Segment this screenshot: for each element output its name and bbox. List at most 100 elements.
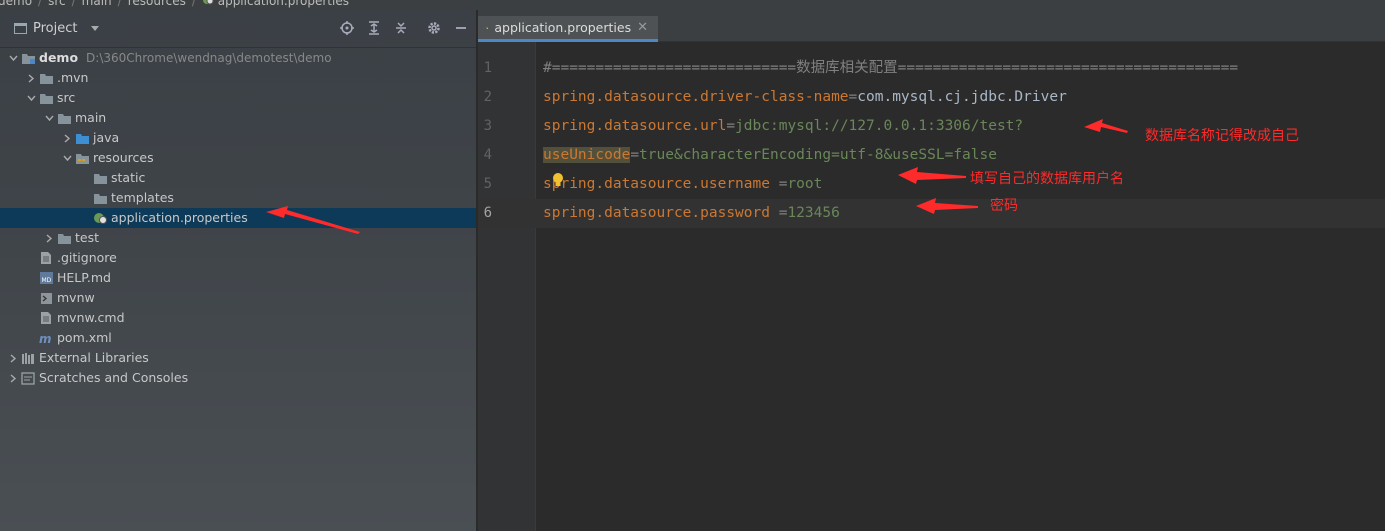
chevron-down-icon[interactable]	[6, 51, 20, 65]
chevron-down-icon[interactable]	[24, 91, 38, 105]
breadcrumb-item-src[interactable]: src	[48, 0, 66, 8]
breadcrumb-item-file[interactable]: application.properties	[202, 0, 349, 8]
tree-item-label: demo	[39, 50, 79, 65]
code-line[interactable]: 6 spring.datasource.password =123456	[478, 199, 1385, 228]
chevron-down-icon[interactable]	[60, 151, 74, 165]
folder-icon	[92, 171, 108, 185]
code-line[interactable]: 5 spring.datasource.username =root	[478, 170, 1385, 199]
tree-item[interactable]: mvnw.cmd	[0, 308, 476, 328]
breadcrumb-item-demo[interactable]: demo	[0, 0, 32, 8]
line-content: #============================数据库相关配置====…	[543, 54, 1238, 83]
project-icon	[14, 23, 27, 34]
svg-text:m: m	[39, 332, 52, 345]
tree-item-label: test	[75, 230, 100, 245]
tree-item[interactable]: demo D:\360Chrome\wendnag\demotest\demo	[0, 48, 476, 68]
file-icon	[38, 251, 54, 265]
property-value: root	[787, 176, 823, 192]
spring-properties-icon	[92, 211, 108, 225]
tree-item[interactable]: m pom.xml	[0, 328, 476, 348]
tree-item[interactable]: MD HELP.md	[0, 268, 476, 288]
property-separator: =	[630, 147, 640, 163]
tree-item[interactable]: .mvn	[0, 68, 476, 88]
breadcrumb-item-main[interactable]: main	[82, 0, 112, 8]
collapse-all-icon[interactable]	[394, 21, 408, 35]
line-content: spring.datasource.driver-class-name=com.…	[543, 83, 1067, 112]
line-number: 4	[483, 147, 492, 163]
tree-item[interactable]: External Libraries	[0, 348, 476, 368]
property-key: spring.datasource.url	[543, 118, 727, 134]
project-view-selector[interactable]: Project	[14, 21, 100, 36]
folder-icon	[56, 111, 72, 125]
tree-item[interactable]: java	[0, 128, 476, 148]
breadcrumb-separator: /	[38, 0, 43, 8]
tree-item[interactable]: static	[0, 168, 476, 188]
chevron-right-icon[interactable]	[6, 371, 20, 385]
folder-icon	[92, 191, 108, 205]
tree-item-label: application.properties	[111, 210, 248, 225]
tree-item[interactable]: application.properties	[0, 208, 476, 228]
editor-tab-bar: application.properties ✕	[478, 10, 1385, 42]
property-value: jdbc:mysql://127.0.0.1:3306/test?	[735, 118, 1024, 134]
chevron-down-icon	[91, 26, 100, 31]
close-icon[interactable]: ✕	[637, 20, 648, 35]
project-panel-header: Project	[0, 10, 476, 48]
chevron-right-icon[interactable]	[60, 131, 74, 145]
tree-item[interactable]: main	[0, 108, 476, 128]
tree-item[interactable]: test	[0, 228, 476, 248]
breadcrumb-item-resources[interactable]: resources	[128, 0, 186, 8]
tree-item-label: .gitignore	[57, 250, 117, 265]
property-key: spring.datasource.password	[543, 205, 779, 221]
folder-icon	[38, 91, 54, 105]
tree-item[interactable]: resources	[0, 148, 476, 168]
tree-item-label: java	[93, 130, 120, 145]
line-number: 5	[483, 176, 492, 192]
breadcrumb-separator: /	[117, 0, 122, 8]
locate-icon[interactable]	[340, 21, 354, 35]
shell-file-icon	[38, 291, 54, 305]
tab-application-properties[interactable]: application.properties ✕	[478, 16, 658, 42]
tree-item-label: main	[75, 110, 107, 125]
gear-icon[interactable]	[427, 21, 441, 35]
hide-panel-icon[interactable]	[454, 21, 468, 35]
chevron-right-icon[interactable]	[42, 231, 56, 245]
tree-item[interactable]: templates	[0, 188, 476, 208]
expand-all-icon[interactable]	[367, 21, 381, 35]
code-line[interactable]: 2 spring.datasource.driver-class-name=com…	[478, 83, 1385, 112]
spring-properties-icon	[486, 26, 489, 29]
tab-label: application.properties	[494, 20, 632, 35]
breadcrumb-separator: /	[71, 0, 76, 8]
line-number: 3	[483, 118, 492, 134]
code-line[interactable]: 4 useUnicode=true&characterEncoding=utf-8…	[478, 141, 1385, 170]
resources-folder-icon	[74, 151, 90, 165]
line-content: spring.datasource.password =123456	[543, 199, 840, 228]
folder-icon	[56, 231, 72, 245]
code-editor[interactable]: 1 #============================数据库相关配置===…	[478, 42, 1385, 531]
property-value: true&characterEncoding=utf-8&useSSL=fals…	[639, 147, 997, 163]
property-key: spring.datasource.username	[543, 176, 779, 192]
tree-item-label: templates	[111, 190, 174, 205]
line-content: useUnicode=true&characterEncoding=utf-8&…	[543, 141, 997, 170]
tree-item[interactable]: .gitignore	[0, 248, 476, 268]
chevron-right-icon[interactable]	[24, 71, 38, 85]
annotation-db-name: 数据库名称记得改成自己	[1145, 128, 1299, 144]
chevron-right-icon[interactable]	[6, 351, 20, 365]
tree-item[interactable]: mvnw	[0, 288, 476, 308]
breadcrumb: demo / src / main / resources / applicat…	[0, 0, 1385, 10]
tree-item[interactable]: src	[0, 88, 476, 108]
tree-item[interactable]: Scratches and Consoles	[0, 368, 476, 388]
chevron-down-icon[interactable]	[42, 111, 56, 125]
code-line[interactable]: 1 #============================数据库相关配置===…	[478, 54, 1385, 83]
module-folder-icon	[20, 51, 36, 65]
editor-area: application.properties ✕ 1 #=============…	[478, 10, 1385, 531]
line-number: 6	[483, 205, 492, 221]
tree-item-label: Scratches and Consoles	[39, 370, 189, 385]
line-number: 1	[483, 60, 492, 76]
maven-icon: m	[38, 331, 54, 345]
